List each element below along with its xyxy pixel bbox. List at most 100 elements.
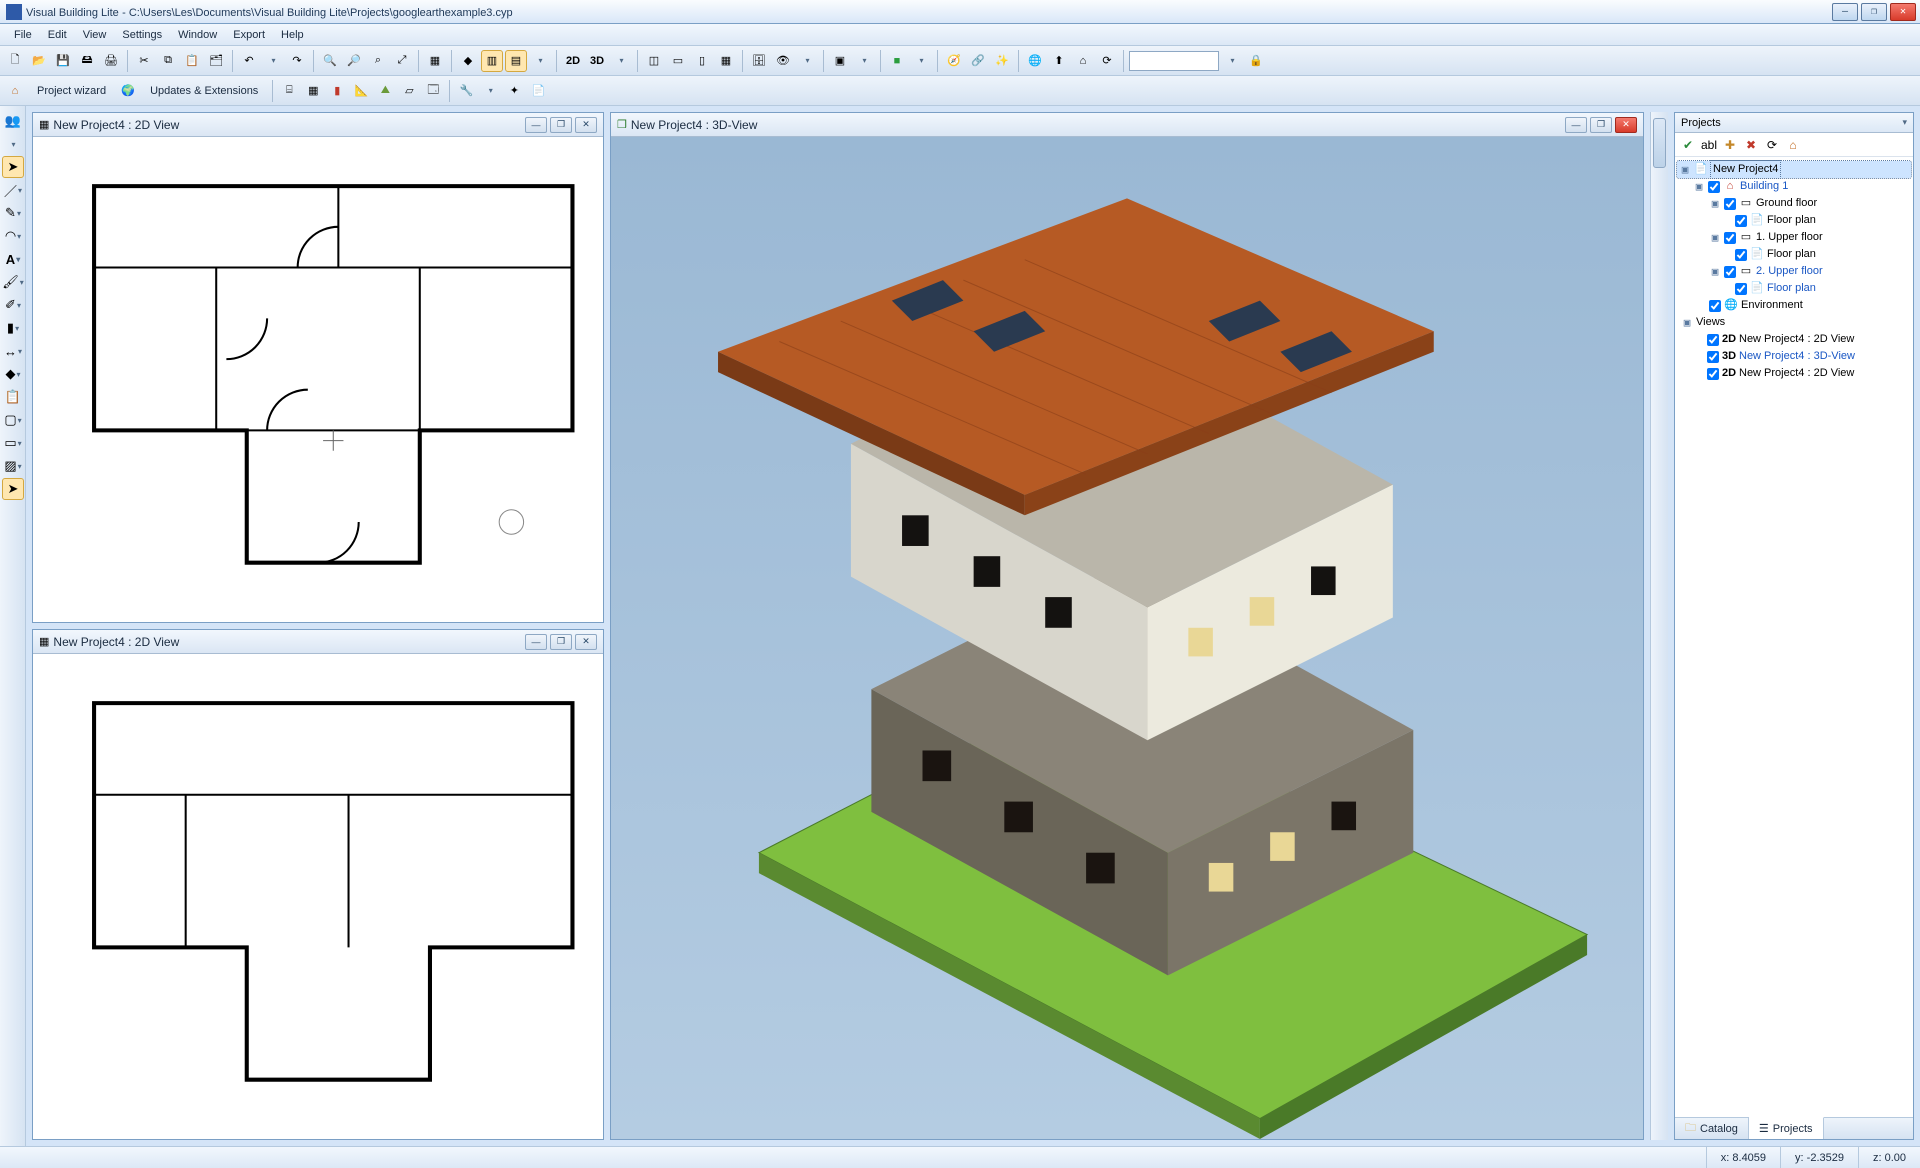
tree-checkbox[interactable]: [1708, 181, 1720, 193]
window-arrange-icon[interactable]: ▦: [715, 50, 737, 72]
subwin-close-button[interactable]: ✕: [575, 117, 597, 133]
subwin-2d-top-titlebar[interactable]: ▦ New Project4 : 2D View — ❐ ✕: [33, 113, 603, 137]
render-icon[interactable]: ▣: [829, 50, 851, 72]
collapse-icon[interactable]: ▣: [1709, 195, 1721, 212]
subwin-close-button[interactable]: ✕: [1615, 117, 1637, 133]
star-icon[interactable]: ✦: [503, 80, 525, 102]
chevron-down-icon[interactable]: ▾: [1902, 117, 1907, 128]
view-3d-canvas[interactable]: [611, 137, 1643, 1139]
view-3d-button[interactable]: 3D: [586, 50, 608, 72]
subwin-3d-titlebar[interactable]: ❒ New Project4 : 3D-View — ❐ ✕: [611, 113, 1643, 137]
search-input[interactable]: [1129, 51, 1219, 71]
plan-a-canvas[interactable]: [33, 137, 603, 622]
undo-icon[interactable]: ↶: [238, 50, 260, 72]
cut-icon[interactable]: ✂: [133, 50, 155, 72]
menu-settings[interactable]: Settings: [114, 27, 170, 43]
collapse-icon[interactable]: ▣: [1679, 161, 1691, 178]
tree-checkbox[interactable]: [1707, 334, 1719, 346]
area-icon[interactable]: ▱: [398, 80, 420, 102]
redo-icon[interactable]: ↷: [286, 50, 308, 72]
collapse-icon[interactable]: ▣: [1693, 178, 1705, 195]
window-tile-h-icon[interactable]: ▭: [667, 50, 689, 72]
grid-icon[interactable]: ▦: [424, 50, 446, 72]
tree-floor-plan-3[interactable]: 📄 Floor plan: [1677, 280, 1911, 297]
render-dropdown-icon[interactable]: [853, 50, 875, 72]
zoom-extents-icon[interactable]: ⤢: [391, 50, 413, 72]
refresh-tree-icon[interactable]: ⟳: [1763, 136, 1781, 154]
stack-icon[interactable]: 🗂: [205, 50, 227, 72]
extras-tool-icon[interactable]: ◆: [2, 363, 24, 385]
tree-checkbox[interactable]: [1707, 351, 1719, 363]
open-file-icon[interactable]: 📂: [28, 50, 50, 72]
chart-icon[interactable]: ▮: [326, 80, 348, 102]
window-close-button[interactable]: ✕: [1890, 3, 1916, 21]
house-icon[interactable]: ⌂: [4, 80, 26, 102]
snap-grid-icon[interactable]: ▤: [505, 50, 527, 72]
tree-view-item-2[interactable]: 2D New Project4 : 2D View: [1677, 365, 1911, 382]
subwin-minimize-button[interactable]: —: [525, 117, 547, 133]
tree-views[interactable]: ▣ Views: [1677, 314, 1911, 331]
subwin-minimize-button[interactable]: —: [525, 634, 547, 650]
layer-visibility-icon[interactable]: 👁: [772, 50, 794, 72]
menu-view[interactable]: View: [75, 27, 115, 43]
tree-building[interactable]: ▣ ⌂ Building 1: [1677, 178, 1911, 195]
marker-tool-icon[interactable]: ▮: [2, 317, 24, 339]
globe-icon[interactable]: 🌍: [117, 80, 139, 102]
pointer-tool-icon[interactable]: ➤: [2, 478, 24, 500]
collapse-icon[interactable]: ▣: [1681, 314, 1693, 331]
window-tile-v-icon[interactable]: ▯: [691, 50, 713, 72]
tree-floor-plan-2[interactable]: 📄 Floor plan: [1677, 246, 1911, 263]
view-dropdown-icon[interactable]: [610, 50, 632, 72]
undo-dropdown-icon[interactable]: [262, 50, 284, 72]
save-icon[interactable]: 💾: [52, 50, 74, 72]
print-icon[interactable]: 🖨: [100, 50, 122, 72]
people-tool-icon[interactable]: 👥: [2, 110, 24, 132]
measure-icon[interactable]: 📐: [350, 80, 372, 102]
subwin-maximize-button[interactable]: ❐: [550, 117, 572, 133]
home-tree-icon[interactable]: ⌂: [1784, 136, 1802, 154]
brush-tool-icon[interactable]: 🖌: [2, 271, 24, 293]
magic-icon[interactable]: ✨: [991, 50, 1013, 72]
tree-checkbox[interactable]: [1735, 215, 1747, 227]
project-wizard-button[interactable]: Project wizard: [28, 80, 115, 102]
save-as-icon[interactable]: 🖴: [76, 50, 98, 72]
wrench-icon[interactable]: 🔧: [455, 80, 477, 102]
color-swatch-icon[interactable]: ■: [886, 50, 908, 72]
link-icon[interactable]: 🔗: [967, 50, 989, 72]
layer-dropdown-icon[interactable]: [796, 50, 818, 72]
snap-point-icon[interactable]: ◆: [457, 50, 479, 72]
tree-checkbox[interactable]: [1724, 266, 1736, 278]
arc-tool-icon[interactable]: ◠: [2, 225, 24, 247]
search-dropdown-icon[interactable]: [1221, 50, 1243, 72]
delete-icon[interactable]: ✖: [1742, 136, 1760, 154]
subwin-close-button[interactable]: ✕: [575, 634, 597, 650]
box-tool-icon[interactable]: ▢: [2, 409, 24, 431]
subwin-maximize-button[interactable]: ❐: [550, 634, 572, 650]
view-2d-button[interactable]: 2D: [562, 50, 584, 72]
tree-checkbox[interactable]: [1724, 232, 1736, 244]
document-icon[interactable]: 📄: [527, 80, 549, 102]
window-restore-button[interactable]: ❐: [1861, 3, 1887, 21]
window2-icon[interactable]: 🗔: [422, 80, 444, 102]
color-dropdown-icon[interactable]: [910, 50, 932, 72]
subwin-2d-bottom-titlebar[interactable]: ▦ New Project4 : 2D View — ❐ ✕: [33, 630, 603, 654]
menu-edit[interactable]: Edit: [40, 27, 75, 43]
snap-ortho-icon[interactable]: ▥: [481, 50, 503, 72]
select-tool-icon[interactable]: ➤: [2, 156, 24, 178]
tab-catalog[interactable]: 🗀 Catalog: [1675, 1118, 1749, 1139]
zoom-out-icon[interactable]: 🔎: [343, 50, 365, 72]
collapse-icon[interactable]: ▣: [1709, 229, 1721, 246]
collapse-icon[interactable]: ▣: [1709, 263, 1721, 280]
menu-help[interactable]: Help: [273, 27, 312, 43]
menu-window[interactable]: Window: [170, 27, 225, 43]
tree-root[interactable]: ▣ 📄 New Project4: [1677, 161, 1911, 178]
clipboard-tool-icon[interactable]: 📋: [2, 386, 24, 408]
pencil-tool-icon[interactable]: ✎: [2, 202, 24, 224]
workspace-scrollbar[interactable]: [1650, 112, 1668, 1140]
tree-view-item-1[interactable]: 3D New Project4 : 3D-View: [1677, 348, 1911, 365]
lock-icon[interactable]: 🔒: [1245, 50, 1267, 72]
line-tool-icon[interactable]: ／: [2, 179, 24, 201]
tree-checkbox[interactable]: [1724, 198, 1736, 210]
tool-a-icon[interactable]: ▭: [2, 432, 24, 454]
copy-icon[interactable]: ⧉: [157, 50, 179, 72]
